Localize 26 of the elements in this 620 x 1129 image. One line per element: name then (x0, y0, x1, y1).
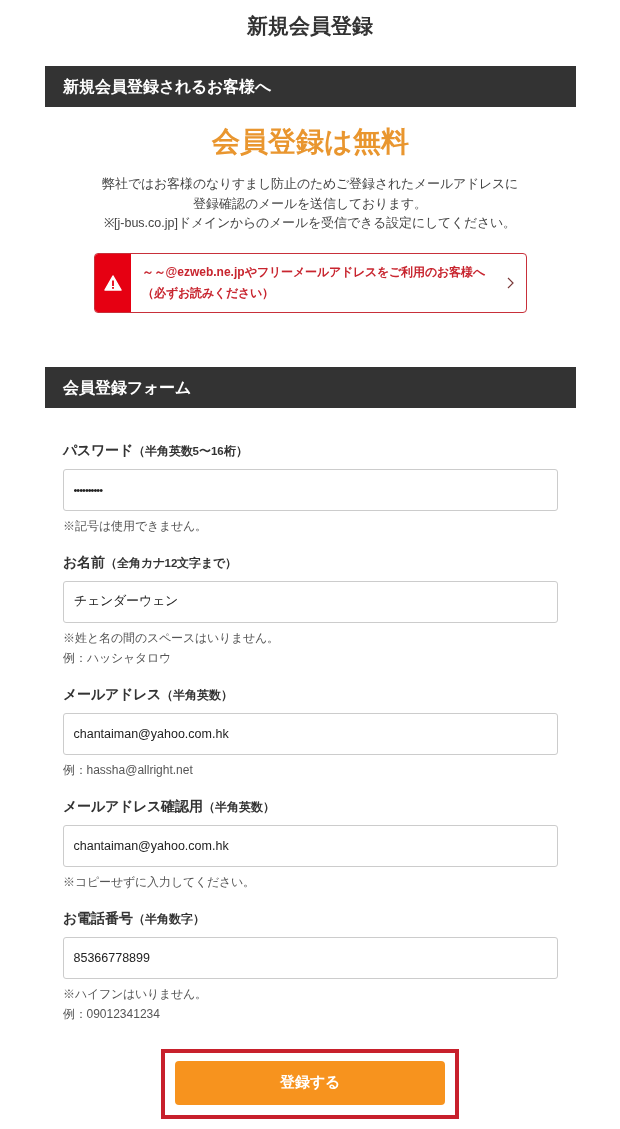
field-label: メールアドレス確認用（半角英数） (62, 796, 276, 816)
hint-text: 例：hassha@allright.net (62, 761, 194, 779)
chevron-right-icon (506, 276, 514, 289)
text-field[interactable]: 85366778899 (62, 936, 558, 979)
hint-text: 例：ハッシャタロウ (62, 649, 172, 667)
intro-paragraph: ※[j-bus.co.jp]ドメインからのメールを受信できる設定にしてください。 (103, 215, 517, 232)
warning-icon (94, 253, 131, 312)
password-field[interactable]: •••••••••• (62, 468, 558, 511)
field-label: メールアドレス（半角英数） (62, 684, 234, 704)
section-header: 会員登録フォーム (44, 366, 576, 408)
text-field[interactable]: chantaiman@yahoo.com.hk (62, 712, 558, 755)
section-header: 新規会員登録されるお客様へ (44, 66, 576, 107)
hint-text: 例：09012341234 (62, 1005, 161, 1023)
text-field[interactable]: チェンダーウェン (62, 580, 558, 623)
hint-text: ※コピーせずに入力してください。 (62, 873, 256, 891)
hint-text: ※姓と名の間のスペースはいりません。 (62, 629, 280, 647)
hint-text: ※ハイフンはいりません。 (62, 985, 208, 1003)
text-field[interactable]: chantaiman@yahoo.com.hk (62, 824, 558, 867)
field-label: お名前（全角カナ12文字まで） (62, 552, 239, 572)
intro-paragraph: 弊社ではお客様のなりすまし防止のためご登録されたメールアドレスに 登録確認のメールを送信しております。 (101, 176, 519, 213)
notice-link[interactable]: ～～@ezweb.ne.jpやフリーメールアドレスをご利用のお客様へ （必ずお読みください） (93, 252, 527, 313)
field-label: お電話番号（半角数字） (62, 908, 206, 928)
field-label: パスワード（半角英数5〜16桁） (62, 440, 249, 460)
page-title: 新規会員登録 (246, 13, 374, 39)
hint-text: ※記号は使用できません。 (62, 517, 208, 535)
headline-text: 会員登録は無料 (210, 125, 410, 159)
